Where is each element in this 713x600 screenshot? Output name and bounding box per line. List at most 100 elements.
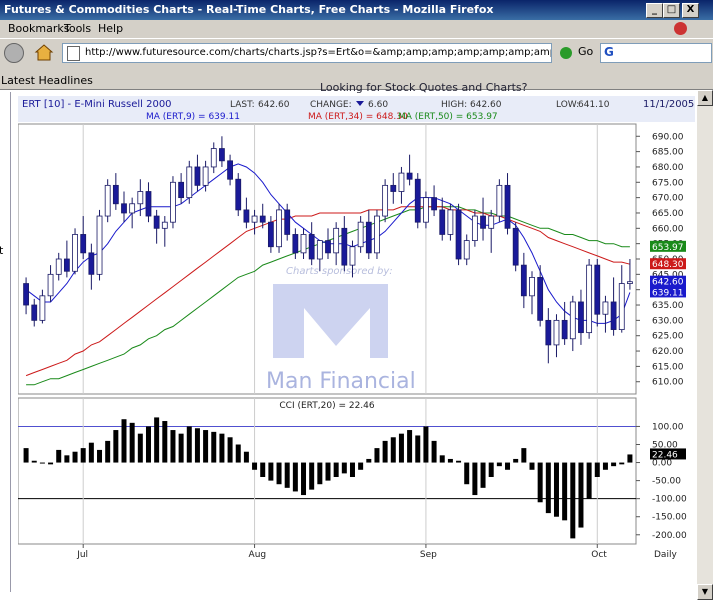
cci-bar-46 [398,433,404,463]
ma-legend-0: MA (ERT,9) = 639.11 [146,112,240,122]
cci-bar-48 [415,435,421,463]
cci-bar-73 [619,462,625,465]
cci-last-tag-label: 22.46 [652,450,678,460]
candle-body-29 [259,215,266,223]
cci-bar-54 [464,462,470,485]
scroll-up-arrow-icon[interactable]: ▲ [697,90,713,106]
page-icon [67,46,80,61]
cci-tick-label-4: -100.00 [652,495,687,505]
minimize-button[interactable]: _ [646,3,663,18]
cci-bar-15 [145,426,151,463]
cci-bar-64 [545,462,551,514]
price-tick-label-12: 630.00 [652,316,684,326]
candle-body-56 [480,215,486,229]
candle-body-5 [63,258,70,272]
home-icon[interactable] [34,43,54,61]
cci-bar-69 [586,462,592,499]
futures-chart: ERT [10] - E-Mini Russell 2000 LAST: 642.6… [17,96,695,566]
last-label: LAST: [230,100,255,110]
cci-bar-53 [456,460,462,463]
menu-bar: Bookmarks Tools Help [0,20,713,38]
candle-body-65 [553,319,560,346]
cci-bar-65 [553,462,559,517]
x-label-0: Jul [76,550,88,560]
candle-body-54 [463,240,470,260]
menu-tools[interactable]: Tools [64,22,91,35]
candle-body-72 [610,301,617,330]
cci-bar-74 [627,454,633,463]
cci-bar-13 [129,422,135,463]
candle-body-2 [39,295,46,321]
cci-bar-71 [602,462,608,470]
cci-bar-59 [505,462,511,470]
cci-bar-33 [292,462,298,492]
menu-help[interactable]: Help [98,22,123,35]
cci-bar-47 [407,430,413,463]
candle-body-67 [569,301,576,340]
cci-bar-23 [211,431,217,463]
search-field[interactable]: G [600,43,712,63]
stop-all-icon[interactable] [674,22,687,35]
cci-bar-6 [72,451,78,463]
cci-bar-17 [162,421,168,463]
candle-body-8 [88,252,95,275]
cci-bar-58 [496,462,502,467]
maximize-button[interactable]: □ [663,3,680,18]
cci-bar-67 [570,462,576,539]
candle-body-11 [112,184,119,205]
scroll-down-arrow-icon[interactable]: ▼ [697,584,713,600]
candle-body-43 [374,215,380,254]
watermark-sponsored: Charts sponsored by: [286,266,393,277]
change-value: 6.60 [368,100,388,110]
candle-body-38 [333,227,340,254]
candle-body-68 [578,301,584,334]
price-tick-label-16: 610.00 [652,378,684,388]
candle-body-51 [439,209,446,235]
price-tick-label-2: 680.00 [652,163,684,173]
change-label: CHANGE: [310,100,352,110]
cci-bar-8 [88,442,94,463]
cci-bar-31 [276,462,282,485]
price-tick-label-4: 670.00 [652,194,684,204]
cci-bar-30 [268,462,274,481]
url-text: http://www.futuresource.com/charts/chart… [85,47,552,58]
menu-bookmarks[interactable]: Bookmarks [8,22,69,35]
left-stub-text: t [0,244,4,257]
close-button[interactable]: X [682,3,699,18]
window-titlebar: Futures & Commodities Charts - Real-Time… [0,0,713,20]
cci-bar-42 [366,458,372,463]
cci-bar-36 [317,462,323,485]
cci-bar-0 [23,448,29,463]
last-value: 642.60 [258,100,290,110]
candle-body-21 [194,166,201,186]
go-icon[interactable] [560,47,572,59]
google-icon: G [604,45,614,59]
cci-bar-39 [341,462,347,474]
candle-body-19 [178,181,185,199]
cci-bar-1 [31,460,37,463]
candle-body-58 [496,184,503,217]
candle-body-35 [308,234,315,260]
candle-body-6 [72,234,78,272]
vertical-scrollbar[interactable]: ▲ ▼ [697,90,713,600]
cci-bar-72 [611,462,617,467]
candle-body-3 [47,273,54,297]
price-tick-label-15: 615.00 [652,362,684,372]
page-cut-text[interactable]: Looking for Stock Quotes and Charts? [320,81,528,94]
cci-tick-label-6: -200.00 [652,531,687,541]
stop-icon[interactable] [4,43,24,63]
cci-bar-49 [423,426,429,463]
low-value: 641.10 [578,100,610,110]
cci-bar-26 [235,444,241,463]
cci-bar-63 [537,462,543,503]
candle-body-60 [512,227,519,266]
cci-bar-3 [48,462,54,465]
bookmark-latest-headlines[interactable]: Latest Headlines [1,74,93,87]
go-button[interactable]: Go [578,45,593,58]
candle-body-25 [227,160,233,180]
url-field[interactable]: http://www.futuresource.com/charts/chart… [62,43,552,63]
price-tick-label-1: 685.00 [652,148,684,158]
cci-bar-18 [170,430,176,463]
candle-body-22 [202,166,209,186]
candle-body-40 [349,246,356,266]
